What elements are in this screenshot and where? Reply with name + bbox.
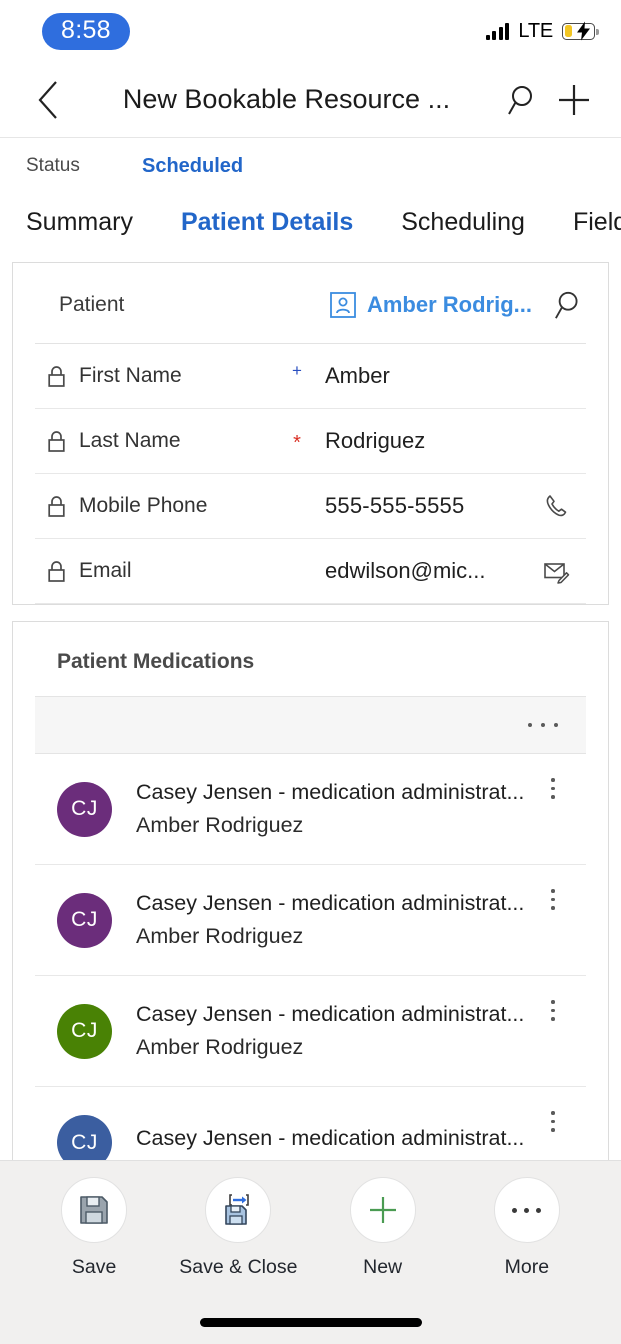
- mobile-app-screen: 8:58 LTE New Bookable Resource ...: [0, 0, 621, 1344]
- compose-email-button[interactable]: [534, 559, 578, 584]
- new-label: New: [363, 1256, 402, 1279]
- more-vertical-icon[interactable]: [538, 774, 568, 799]
- patient-card: Patient Amber Rodrig...: [12, 262, 609, 605]
- status-summary-row: Status Scheduled: [0, 138, 621, 194]
- save-button[interactable]: Save: [22, 1177, 166, 1279]
- more-label: More: [505, 1256, 549, 1279]
- signal-bars-icon: [486, 23, 510, 40]
- phone-icon: [543, 493, 569, 519]
- avatar: CJ: [57, 782, 112, 837]
- lock-icon: [47, 365, 66, 388]
- medication-patient: Amber Rodriguez: [136, 924, 538, 949]
- tab-bar: Summary Patient Details Scheduling Field…: [0, 194, 621, 269]
- more-vertical-icon[interactable]: [538, 885, 568, 910]
- save-icon: [77, 1193, 111, 1227]
- tab-field-service[interactable]: Field S: [573, 194, 621, 268]
- avatar: CJ: [57, 1004, 112, 1059]
- search-icon: [554, 289, 586, 321]
- chevron-left-icon: [37, 80, 59, 120]
- field-value-last-name: Rodriguez: [315, 428, 534, 454]
- table-row[interactable]: CJ Casey Jensen - medication administrat…: [35, 976, 586, 1087]
- more-horizontal-icon: [512, 1208, 541, 1213]
- medication-title: Casey Jensen - medication administrat...: [136, 1126, 538, 1151]
- patient-name-text: Amber Rodrig...: [367, 292, 532, 318]
- contact-card-icon: [330, 292, 356, 318]
- field-label-first-name: First Name: [79, 364, 182, 388]
- table-row[interactable]: CJ Casey Jensen - medication administrat…: [35, 754, 586, 865]
- more-button[interactable]: More: [455, 1177, 599, 1279]
- call-button[interactable]: [534, 493, 578, 519]
- required-marker-first-name: +: [279, 362, 315, 379]
- search-icon: [507, 83, 541, 117]
- more-horizontal-icon[interactable]: [528, 723, 558, 727]
- lightning-bolt-icon: [576, 22, 591, 41]
- lock-icon: [47, 430, 66, 453]
- save-and-close-label: Save & Close: [179, 1256, 297, 1279]
- home-indicator: [200, 1318, 422, 1327]
- more-vertical-icon[interactable]: [538, 1107, 568, 1132]
- command-bar: Save Save & Close: [0, 1160, 621, 1344]
- medication-title: Casey Jensen - medication administrat...: [136, 780, 538, 805]
- medication-patient: Amber Rodriguez: [136, 1035, 538, 1060]
- plus-icon: [556, 82, 592, 118]
- medications-toolbar: [35, 696, 586, 754]
- navigation-bar: New Bookable Resource ...: [0, 62, 621, 138]
- required-marker-last-name: *: [279, 433, 315, 453]
- email-edit-icon: [543, 559, 570, 584]
- status-bar-indicators: LTE: [486, 20, 595, 43]
- plus-icon: [365, 1192, 401, 1228]
- save-label: Save: [72, 1256, 116, 1279]
- page-title: New Bookable Resource ...: [70, 84, 499, 115]
- patient-search-button[interactable]: [554, 289, 586, 321]
- medication-title: Casey Jensen - medication administrat...: [136, 1002, 538, 1027]
- search-button[interactable]: [499, 77, 549, 123]
- field-label-mobile-phone: Mobile Phone: [79, 494, 207, 518]
- add-record-button[interactable]: [549, 77, 599, 123]
- field-label-last-name: Last Name: [79, 429, 181, 453]
- avatar: CJ: [57, 893, 112, 948]
- field-mobile-phone[interactable]: Mobile Phone 555-555-5555: [35, 474, 586, 539]
- field-value-email: edwilson@mic...: [315, 558, 534, 584]
- status-label: Status: [26, 155, 142, 177]
- tab-patient-details[interactable]: Patient Details: [181, 194, 353, 268]
- new-button[interactable]: New: [311, 1177, 455, 1279]
- lock-icon: [47, 495, 66, 518]
- patient-lookup-row: Patient Amber Rodrig...: [13, 263, 608, 343]
- status-value[interactable]: Scheduled: [142, 155, 243, 178]
- patient-field-label: Patient: [59, 293, 330, 317]
- back-button[interactable]: [26, 78, 70, 122]
- tab-summary[interactable]: Summary: [26, 194, 133, 268]
- medication-patient: Amber Rodriguez: [136, 813, 538, 838]
- field-first-name[interactable]: First Name + Amber: [35, 344, 586, 409]
- field-last-name[interactable]: Last Name * Rodriguez: [35, 409, 586, 474]
- more-vertical-icon[interactable]: [538, 996, 568, 1021]
- patient-lookup-value[interactable]: Amber Rodrig...: [330, 292, 532, 318]
- battery-charging-icon: [562, 23, 595, 40]
- patient-medications-card: Patient Medications CJ Casey Jensen - me…: [12, 621, 609, 1199]
- field-email[interactable]: Email edwilson@mic...: [35, 539, 586, 604]
- lock-icon: [47, 560, 66, 583]
- tab-scheduling[interactable]: Scheduling: [401, 194, 525, 268]
- save-and-close-button[interactable]: Save & Close: [166, 1177, 310, 1279]
- status-bar: 8:58 LTE: [0, 0, 621, 62]
- status-bar-time: 8:58: [42, 13, 130, 50]
- medications-title: Patient Medications: [13, 622, 608, 696]
- field-label-email: Email: [79, 559, 132, 583]
- patient-fields-list: First Name + Amber Last Name *: [35, 343, 586, 604]
- field-value-first-name: Amber: [315, 363, 534, 389]
- medication-title: Casey Jensen - medication administrat...: [136, 891, 538, 916]
- table-row[interactable]: CJ Casey Jensen - medication administrat…: [35, 865, 586, 976]
- save-and-close-icon: [220, 1192, 256, 1228]
- network-type-label: LTE: [518, 20, 553, 43]
- field-value-mobile-phone: 555-555-5555: [315, 493, 534, 519]
